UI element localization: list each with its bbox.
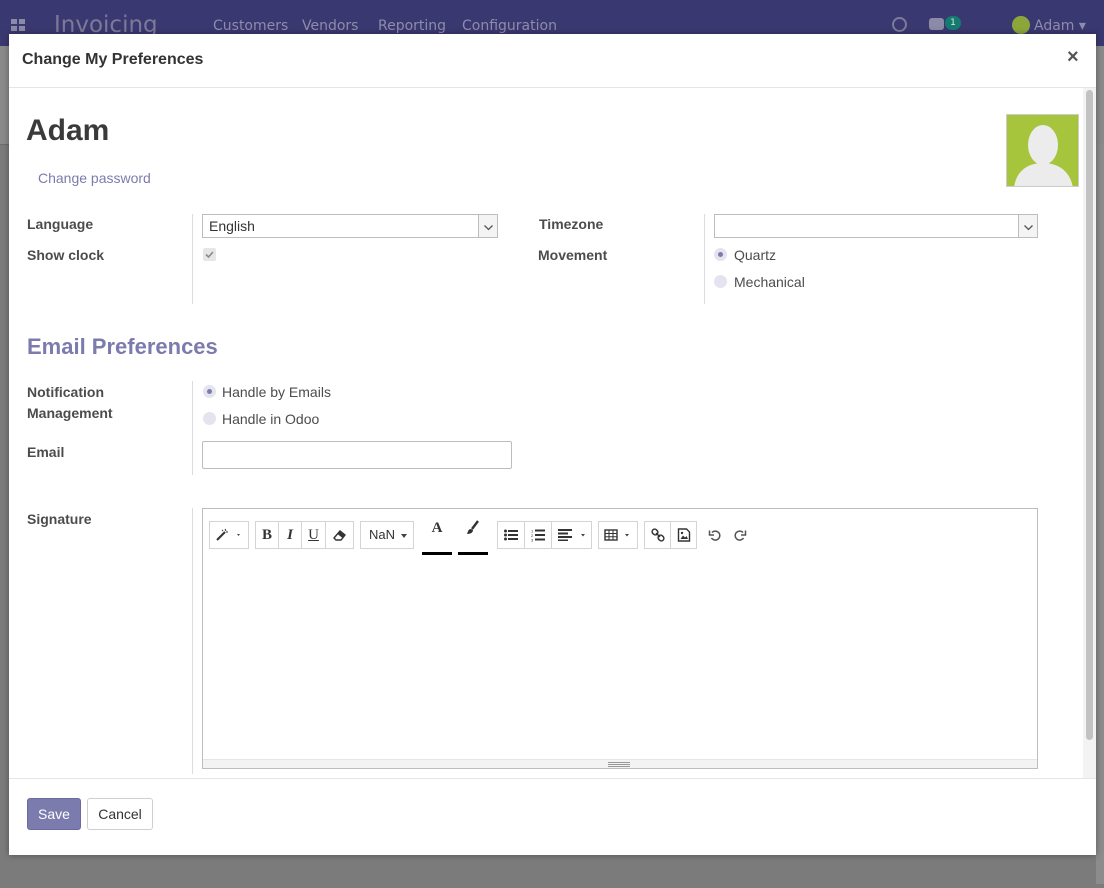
- messages-icon[interactable]: [929, 18, 944, 30]
- paint-brush-icon: [467, 520, 479, 534]
- notification-label-line1: Notification: [27, 384, 104, 400]
- email-label: Email: [27, 444, 65, 460]
- movement-mechanical-radio[interactable]: [714, 275, 727, 288]
- undo-icon: [708, 530, 721, 541]
- bold-button[interactable]: B: [255, 521, 279, 549]
- link-icon: [650, 528, 665, 542]
- ordered-list-button[interactable]: 123: [524, 521, 552, 549]
- column-separator: [192, 381, 193, 475]
- scrollbar-thumb[interactable]: [1086, 90, 1093, 740]
- handle-by-emails-radio[interactable]: [203, 385, 216, 398]
- bold-icon: B: [261, 527, 272, 543]
- movement-quartz-label[interactable]: Quartz: [734, 247, 776, 263]
- magic-wand-button[interactable]: [209, 521, 249, 549]
- underline-button[interactable]: U: [301, 521, 326, 549]
- dialog-footer: Save Cancel: [9, 778, 1096, 855]
- underline-icon: U: [308, 527, 319, 543]
- handle-by-emails-label[interactable]: Handle by Emails: [222, 384, 331, 400]
- clear-format-button[interactable]: [325, 521, 354, 549]
- cancel-button[interactable]: Cancel: [87, 798, 153, 830]
- person-placeholder-icon: [1014, 125, 1073, 186]
- eraser-icon: [332, 530, 346, 541]
- column-separator: [192, 214, 193, 304]
- save-button[interactable]: Save: [27, 798, 81, 830]
- unordered-list-icon: [504, 529, 518, 541]
- chevron-down-icon: [1018, 215, 1037, 237]
- ordered-list-icon: 123: [531, 529, 545, 542]
- font-size-dropdown[interactable]: NaN: [360, 521, 414, 549]
- timezone-label: Timezone: [539, 216, 604, 232]
- background-color-swatch: [458, 552, 488, 555]
- profile-image[interactable]: [1006, 114, 1079, 187]
- chevron-down-icon: [478, 215, 497, 237]
- paragraph-align-dropdown[interactable]: [551, 521, 592, 549]
- show-clock-label: Show clock: [27, 247, 105, 263]
- svg-text:3: 3: [531, 538, 534, 542]
- language-select[interactable]: English: [202, 214, 498, 238]
- dialog-header: Change My Preferences ×: [9, 34, 1096, 88]
- notification-label-line2: Management: [27, 405, 113, 421]
- email-field[interactable]: [202, 441, 512, 469]
- font-color-button[interactable]: A: [422, 513, 452, 555]
- change-password-link[interactable]: Change password: [38, 170, 151, 186]
- menu-customers[interactable]: Customers: [213, 18, 288, 34]
- font-size-value: NaN: [369, 527, 396, 542]
- menu-configuration[interactable]: Configuration: [462, 18, 557, 34]
- menu-vendors[interactable]: Vendors: [302, 18, 358, 34]
- dialog-title: Change My Preferences: [22, 51, 204, 68]
- show-clock-checkbox[interactable]: [203, 248, 216, 261]
- image-button[interactable]: [670, 521, 697, 549]
- apps-grid-icon[interactable]: [11, 19, 25, 31]
- magic-wand-icon: [216, 528, 240, 541]
- notification-label: Notification Management: [27, 384, 113, 427]
- caret-down-icon: [401, 534, 407, 538]
- image-icon: [677, 528, 690, 542]
- handle-in-odoo-radio[interactable]: [203, 412, 216, 425]
- table-icon: [604, 529, 629, 541]
- user-avatar[interactable]: [1012, 16, 1030, 34]
- email-preferences-heading: Email Preferences: [27, 334, 218, 359]
- close-icon[interactable]: ×: [1067, 46, 1079, 69]
- undo-button[interactable]: [705, 521, 725, 549]
- column-separator: [704, 214, 705, 304]
- italic-button[interactable]: I: [278, 521, 302, 549]
- background-color-button[interactable]: [458, 513, 488, 555]
- signature-label: Signature: [27, 511, 92, 527]
- editor-resize-handle[interactable]: [203, 759, 1037, 768]
- menu-reporting[interactable]: Reporting: [378, 18, 446, 34]
- activity-clock-icon[interactable]: [892, 17, 907, 32]
- column-separator: [192, 508, 193, 774]
- movement-mechanical-label[interactable]: Mechanical: [734, 274, 805, 290]
- movement-label: Movement: [538, 247, 608, 263]
- italic-icon: I: [287, 527, 293, 543]
- table-dropdown[interactable]: [598, 521, 638, 549]
- language-value: English: [209, 218, 255, 234]
- backdrop-edge: [1096, 144, 1104, 884]
- align-left-icon: [557, 529, 585, 541]
- movement-quartz-radio[interactable]: [714, 248, 727, 261]
- editor-content[interactable]: [211, 561, 1029, 754]
- unordered-list-button[interactable]: [497, 521, 525, 549]
- font-color-icon: A: [431, 520, 443, 536]
- language-label: Language: [27, 216, 94, 232]
- timezone-select[interactable]: [714, 214, 1038, 238]
- signature-editor[interactable]: B I U NaN A 123: [202, 508, 1038, 769]
- user-menu[interactable]: Adam ▾: [1034, 18, 1086, 34]
- link-button[interactable]: [644, 521, 671, 549]
- redo-icon: [734, 530, 747, 541]
- messages-badge: 1: [945, 16, 961, 30]
- handle-in-odoo-label[interactable]: Handle in Odoo: [222, 411, 319, 427]
- user-name-heading: Adam: [26, 114, 110, 147]
- redo-button[interactable]: [730, 521, 750, 549]
- user-menu-name: Adam: [1034, 18, 1075, 34]
- preferences-dialog: Change My Preferences × Adam Change pass…: [9, 34, 1096, 855]
- check-icon: [205, 251, 214, 259]
- font-color-swatch: [422, 552, 452, 555]
